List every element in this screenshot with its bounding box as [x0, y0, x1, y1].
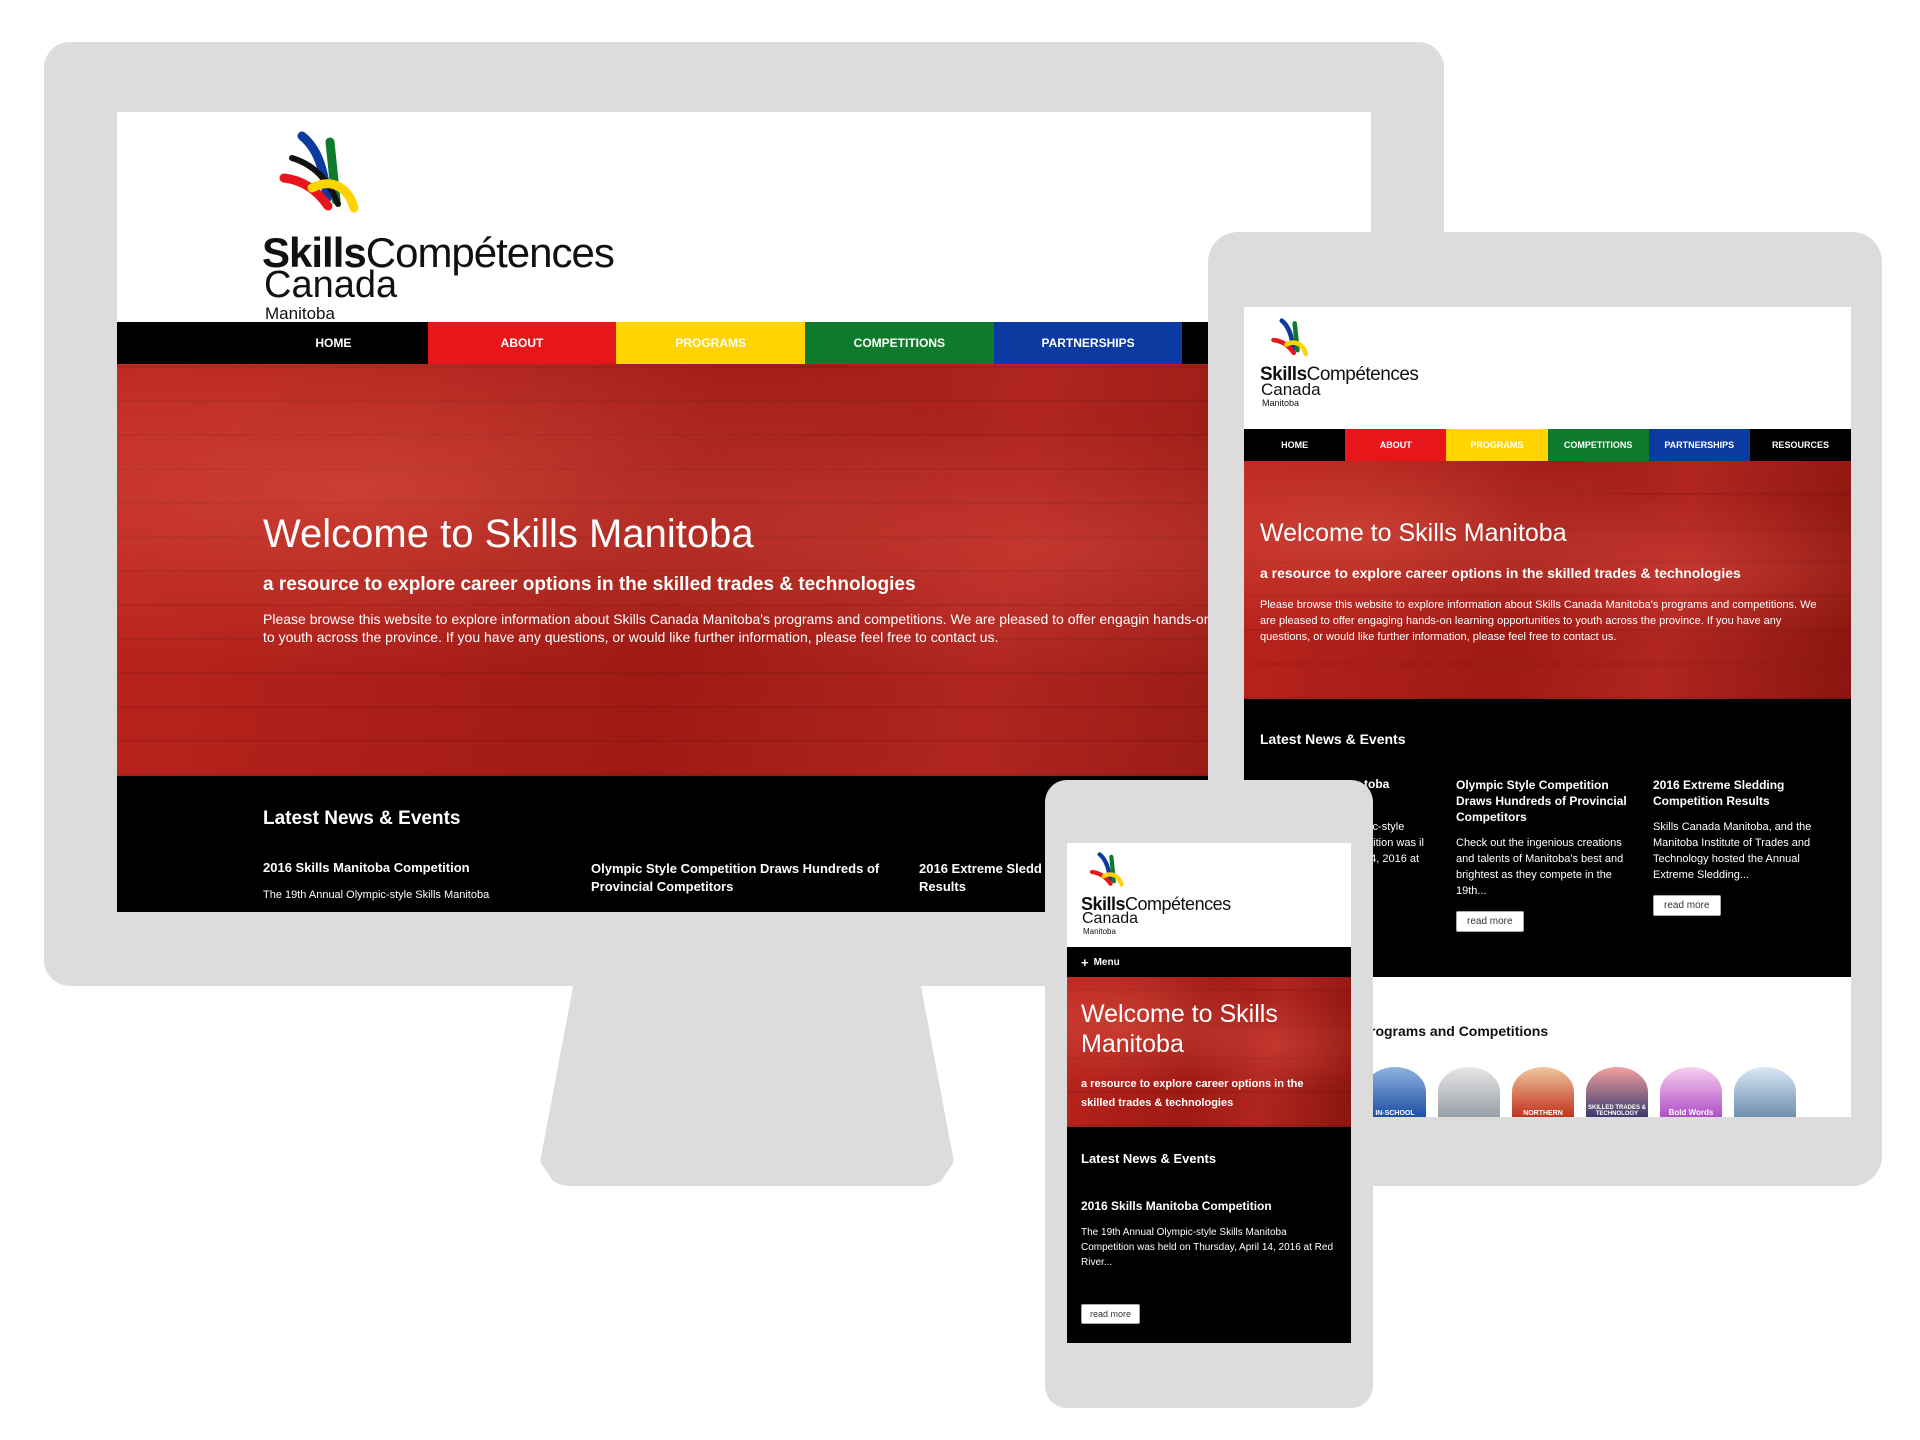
- news-item-excerpt: Check out the ingenious creations and ta…: [1456, 837, 1624, 897]
- program-badges-row: IN-SCHOOL NORTHERN SKILLED TRADES & TECH…: [1364, 1067, 1844, 1117]
- news-item-title[interactable]: Olympic Style Competition Draws Hundreds…: [591, 860, 881, 896]
- nav-item-programs[interactable]: PROGRAMS: [616, 322, 806, 364]
- nav-item-resources[interactable]: RESOURCES: [1749, 429, 1851, 461]
- nav-item-partnerships[interactable]: PARTNERSHIPS: [993, 322, 1183, 364]
- brand-line-manitoba: Manitoba: [1262, 398, 1300, 408]
- news-heading: Latest News & Events: [1260, 731, 1406, 747]
- news-item-title[interactable]: 2016 Skills Manitoba Competition: [1081, 1199, 1337, 1213]
- skills-logo-icon: [1271, 318, 1309, 357]
- mobile-menu-label: Menu: [1093, 956, 1120, 968]
- news-item-excerpt: pic-style etition was il 14, 2016 at: [1364, 821, 1424, 865]
- news-item-excerpt: The 19th Annual Olympic-style Skills Man…: [263, 889, 490, 901]
- skills-logo-icon: [279, 131, 359, 213]
- nav-item-competitions[interactable]: COMPETITIONS: [805, 322, 994, 364]
- read-more-button[interactable]: read more: [1653, 895, 1721, 916]
- nav-item-home[interactable]: HOME: [239, 322, 428, 364]
- skills-logo-icon: [1089, 852, 1124, 887]
- news-item[interactable]: Olympic Style Competition Draws Hundreds…: [1456, 777, 1641, 932]
- brand-line-canada: Canada: [264, 264, 398, 306]
- hero-subtitle: a resource to explore career options in …: [263, 574, 916, 595]
- phone-hero-banner: Welcome to Skills Manitoba a resource to…: [1067, 977, 1351, 1127]
- read-more-button[interactable]: read more: [1456, 911, 1524, 932]
- program-badge-icon[interactable]: [1438, 1067, 1500, 1117]
- program-badge-icon[interactable]: NORTHERN: [1512, 1067, 1574, 1117]
- phone-screen: SkillsCompétences Canada Manitoba + Menu…: [1067, 843, 1351, 1343]
- nav-item-partnerships[interactable]: PARTNERSHIPS: [1648, 429, 1750, 461]
- hero-subtitle: a resource to explore career options in …: [1081, 1078, 1304, 1109]
- news-heading: Latest News & Events: [1081, 1151, 1217, 1166]
- phone-logo[interactable]: SkillsCompétences Canada Manitoba: [1081, 851, 1241, 943]
- brand-name-light: Compétences: [365, 229, 615, 276]
- hero-body: Please browse this website to explore in…: [263, 611, 1350, 645]
- hero-title: Welcome to Skills Manitoba: [263, 512, 754, 556]
- news-item-title[interactable]: toba: [1364, 777, 1444, 791]
- news-item-excerpt: The 19th Annual Olympic-style Skills Man…: [1081, 1227, 1334, 1268]
- nav-item-about[interactable]: ABOUT: [427, 322, 617, 364]
- news-item-title[interactable]: Olympic Style Competition Draws Hundreds…: [1456, 777, 1641, 825]
- hero-title: Welcome to Skills Manitoba: [1260, 519, 1567, 547]
- program-badge-icon[interactable]: SKILLED TRADES & TECHNOLOGY: [1586, 1067, 1648, 1117]
- desktop-main-nav: HOME ABOUT PROGRAMS COMPETITIONS PARTNER…: [117, 322, 1371, 364]
- news-item[interactable]: 2016 Skills Manitoba Competition The 19t…: [1081, 1199, 1337, 1324]
- nav-item-competitions[interactable]: COMPETITIONS: [1547, 429, 1649, 461]
- hero-subtitle: a resource to explore career options in …: [1260, 565, 1741, 581]
- news-item[interactable]: toba pic-style etition was il 14, 2016 a…: [1364, 777, 1444, 867]
- news-item[interactable]: 2016 Skills Manitoba Competition The 19t…: [263, 860, 563, 901]
- tablet-logo[interactable]: SkillsCompétences Canada Manitoba: [1260, 317, 1430, 417]
- brand-line-canada: Canada: [1261, 380, 1321, 399]
- nav-item-home[interactable]: HOME: [1244, 429, 1346, 461]
- desktop-monitor-stand: [540, 986, 954, 1186]
- program-badge-icon[interactable]: Bold Words: [1660, 1067, 1722, 1117]
- nav-item-programs[interactable]: PROGRAMS: [1446, 429, 1548, 461]
- hero-title: Welcome to Skills Manitoba: [1081, 1000, 1278, 1058]
- news-heading: Latest News & Events: [263, 808, 461, 829]
- program-badge-icon[interactable]: IN-SCHOOL: [1364, 1067, 1426, 1117]
- desktop-hero-banner: Welcome to Skills Manitoba a resource to…: [117, 364, 1371, 776]
- brand-line-manitoba: Manitoba: [265, 304, 335, 323]
- tablet-hero-banner: Welcome to Skills Manitoba a resource to…: [1244, 461, 1851, 699]
- nav-item-about[interactable]: ABOUT: [1345, 429, 1447, 461]
- news-item[interactable]: Olympic Style Competition Draws Hundreds…: [591, 860, 881, 896]
- programs-heading: rograms and Competitions: [1370, 1023, 1549, 1039]
- news-item-title[interactable]: 2016 Extreme Sledd Results: [919, 860, 1059, 896]
- program-badge-icon[interactable]: [1734, 1067, 1796, 1117]
- hero-body: Please browse this website to explore in…: [1260, 599, 1817, 643]
- news-item-title[interactable]: 2016 Skills Manitoba Competition: [263, 860, 563, 875]
- mobile-menu-bar[interactable]: + Menu: [1067, 947, 1351, 977]
- phone-news-section: Latest News & Events 2016 Skills Manitob…: [1067, 1127, 1351, 1343]
- tablet-main-nav: HOME ABOUT PROGRAMS COMPETITIONS PARTNER…: [1244, 429, 1851, 461]
- read-more-button[interactable]: read more: [1081, 1304, 1141, 1324]
- brand-line-canada: Canada: [1082, 910, 1139, 927]
- brand-name-light: Compétences: [1125, 894, 1231, 914]
- news-item[interactable]: 2016 Extreme Sledd Results: [919, 860, 1059, 896]
- desktop-logo[interactable]: SkillsCompétences Canada Manitoba: [262, 128, 615, 322]
- news-item[interactable]: 2016 Extreme Sledding Competition Result…: [1653, 777, 1838, 916]
- brand-name-light: Compétences: [1306, 364, 1419, 385]
- news-item-excerpt: Skills Canada Manitoba, and the Manitoba…: [1653, 821, 1812, 881]
- plus-icon: +: [1081, 954, 1089, 970]
- news-item-title[interactable]: 2016 Extreme Sledding Competition Result…: [1653, 777, 1838, 809]
- brand-line-manitoba: Manitoba: [1083, 927, 1116, 936]
